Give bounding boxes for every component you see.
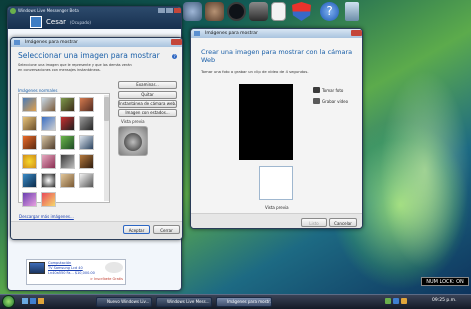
dialog2-heading: Crear una imagen para mostrar con la cám…: [201, 48, 353, 64]
accept-button[interactable]: Aceptar: [123, 225, 150, 234]
cancel-button[interactable]: Cancelar: [329, 218, 357, 227]
taskbar-item-messenger-new[interactable]: Nuevo Windows Liv...: [96, 297, 152, 307]
dialog2-title: Imágenes para mostrar: [191, 29, 362, 38]
desktop-glow-2: [380, 70, 470, 270]
monkey-icon[interactable]: [205, 2, 224, 21]
start-button[interactable]: [2, 295, 15, 308]
figure-icon[interactable]: [183, 2, 202, 21]
record-video-button[interactable]: Grabar vídeo: [322, 99, 348, 104]
dog-icon[interactable]: [60, 173, 75, 188]
camera-icon[interactable]: [313, 87, 320, 93]
guitar-icon[interactable]: [79, 154, 94, 169]
dialog1-title: Imágenes para mostrar: [11, 38, 182, 47]
picture-thumbnail[interactable]: [41, 97, 56, 112]
ad-line4[interactable]: > Inscríbete Gratis: [90, 277, 123, 281]
picture-thumbnail[interactable]: [22, 97, 37, 112]
picture-thumbnail[interactable]: [22, 116, 37, 131]
ad-logo: [105, 262, 123, 273]
volume-icon[interactable]: [401, 298, 407, 304]
preview-image: [118, 126, 148, 156]
dialog2-description: Tomar una foto o grabar un clip de vídeo…: [201, 69, 309, 74]
picture-thumbnail[interactable]: [60, 97, 75, 112]
webcam-feed: [239, 84, 293, 160]
scrollbar[interactable]: [104, 95, 109, 201]
dialog2-close-button[interactable]: [351, 30, 362, 36]
user-name[interactable]: Cesar: [46, 18, 66, 26]
butterfly-icon[interactable]: [22, 192, 37, 207]
headphones-icon[interactable]: [227, 2, 246, 21]
done-button[interactable]: Listo: [301, 218, 327, 227]
flower-icon[interactable]: [41, 192, 56, 207]
clock: 09:25 p.m.: [432, 298, 457, 303]
messenger-logo-icon: [10, 8, 16, 14]
download-more-link[interactable]: Descargar más imágenes...: [19, 214, 74, 219]
dialog1-heading: Seleccionar una imagen para mostrar: [18, 51, 160, 60]
dialog1-close-button[interactable]: [171, 39, 182, 45]
maximize-button[interactable]: [166, 8, 173, 13]
select-picture-dialog: Imágenes para mostrar Seleccionar una im…: [10, 37, 183, 240]
ad-line2[interactable]: TV Samsung Lcd 40: [48, 266, 83, 270]
close-dialog-button[interactable]: Cerrar: [153, 225, 180, 234]
picture-thumbnail[interactable]: [60, 116, 75, 131]
dog-icon: [124, 133, 142, 151]
preview-box: [259, 166, 293, 200]
video-icon[interactable]: [313, 98, 320, 104]
window-icon: [194, 31, 200, 36]
help-icon[interactable]: ?: [172, 54, 177, 59]
take-photo-button[interactable]: Tomar foto: [322, 88, 343, 93]
avatar[interactable]: [30, 16, 42, 28]
ad-banner[interactable]: Computación TV Samsung Lcd 40 Ln40a550 F…: [26, 259, 126, 285]
window-icon: [14, 40, 20, 45]
picture-thumbnail[interactable]: [79, 97, 94, 112]
taskbar-item-messenger[interactable]: Windows Live Mess...: [156, 297, 212, 307]
soccer-ball-icon[interactable]: [41, 173, 56, 188]
show-desktop-icon[interactable]: [22, 298, 28, 304]
browser-icon[interactable]: [30, 298, 36, 304]
cat-icon[interactable]: [79, 173, 94, 188]
duck-icon[interactable]: [22, 154, 37, 169]
picture-thumbnail[interactable]: [41, 135, 56, 150]
picture-thumbnail[interactable]: [41, 116, 56, 131]
chess-icon[interactable]: [60, 154, 75, 169]
picture-thumbnail[interactable]: [79, 116, 94, 131]
messenger-tray-icon[interactable]: [385, 298, 391, 304]
messenger-title: Windows Live Messenger Beta: [18, 8, 79, 13]
preview-label: Vista previa: [121, 119, 145, 124]
recycle-bin-icon[interactable]: [345, 2, 359, 21]
folder-icon[interactable]: [38, 298, 44, 304]
camera-icon[interactable]: [249, 2, 268, 21]
tv-image: [29, 262, 45, 274]
picture-thumbnail[interactable]: [79, 135, 94, 150]
picture-thumbnail[interactable]: [22, 135, 37, 150]
webcam-snapshot-button[interactable]: Instantánea de cámara web...: [118, 100, 177, 108]
minimize-button[interactable]: [158, 8, 165, 13]
taskbar-item-dialog[interactable]: Imágenes para mostr...: [216, 297, 272, 307]
close-button[interactable]: [174, 8, 181, 13]
network-icon[interactable]: [393, 298, 399, 304]
num-lock-indicator: NUM LOCK: ON: [421, 277, 469, 286]
user-status[interactable]: (Ocupado): [70, 20, 91, 25]
dialog1-description: Seleccione una imagen que le represente …: [18, 63, 132, 72]
ad-line3[interactable]: Ln40a550 Fa... $10,000.00: [48, 271, 95, 275]
help-icon[interactable]: ?: [320, 2, 339, 21]
ad-line1[interactable]: Computación: [48, 261, 71, 265]
picture-grid: [18, 93, 110, 207]
picture-thumbnail[interactable]: [22, 173, 37, 188]
document-icon[interactable]: [271, 2, 286, 21]
scrollbar-thumb[interactable]: [104, 97, 109, 121]
picture-thumbnail[interactable]: [41, 154, 56, 169]
browse-button[interactable]: Examinar...: [118, 81, 177, 89]
picture-thumbnail[interactable]: [60, 135, 75, 150]
webcam-dialog: Imágenes para mostrar Crear una imagen p…: [190, 28, 363, 229]
dialog2-preview-label: Vista previa: [265, 205, 289, 210]
shield-icon[interactable]: [292, 2, 311, 21]
picture-effects-button[interactable]: Imagen con estados...: [118, 109, 177, 117]
remove-button[interactable]: Quitar: [118, 91, 177, 99]
messenger-header: Windows Live Messenger Beta Cesar (Ocupa…: [8, 7, 181, 29]
